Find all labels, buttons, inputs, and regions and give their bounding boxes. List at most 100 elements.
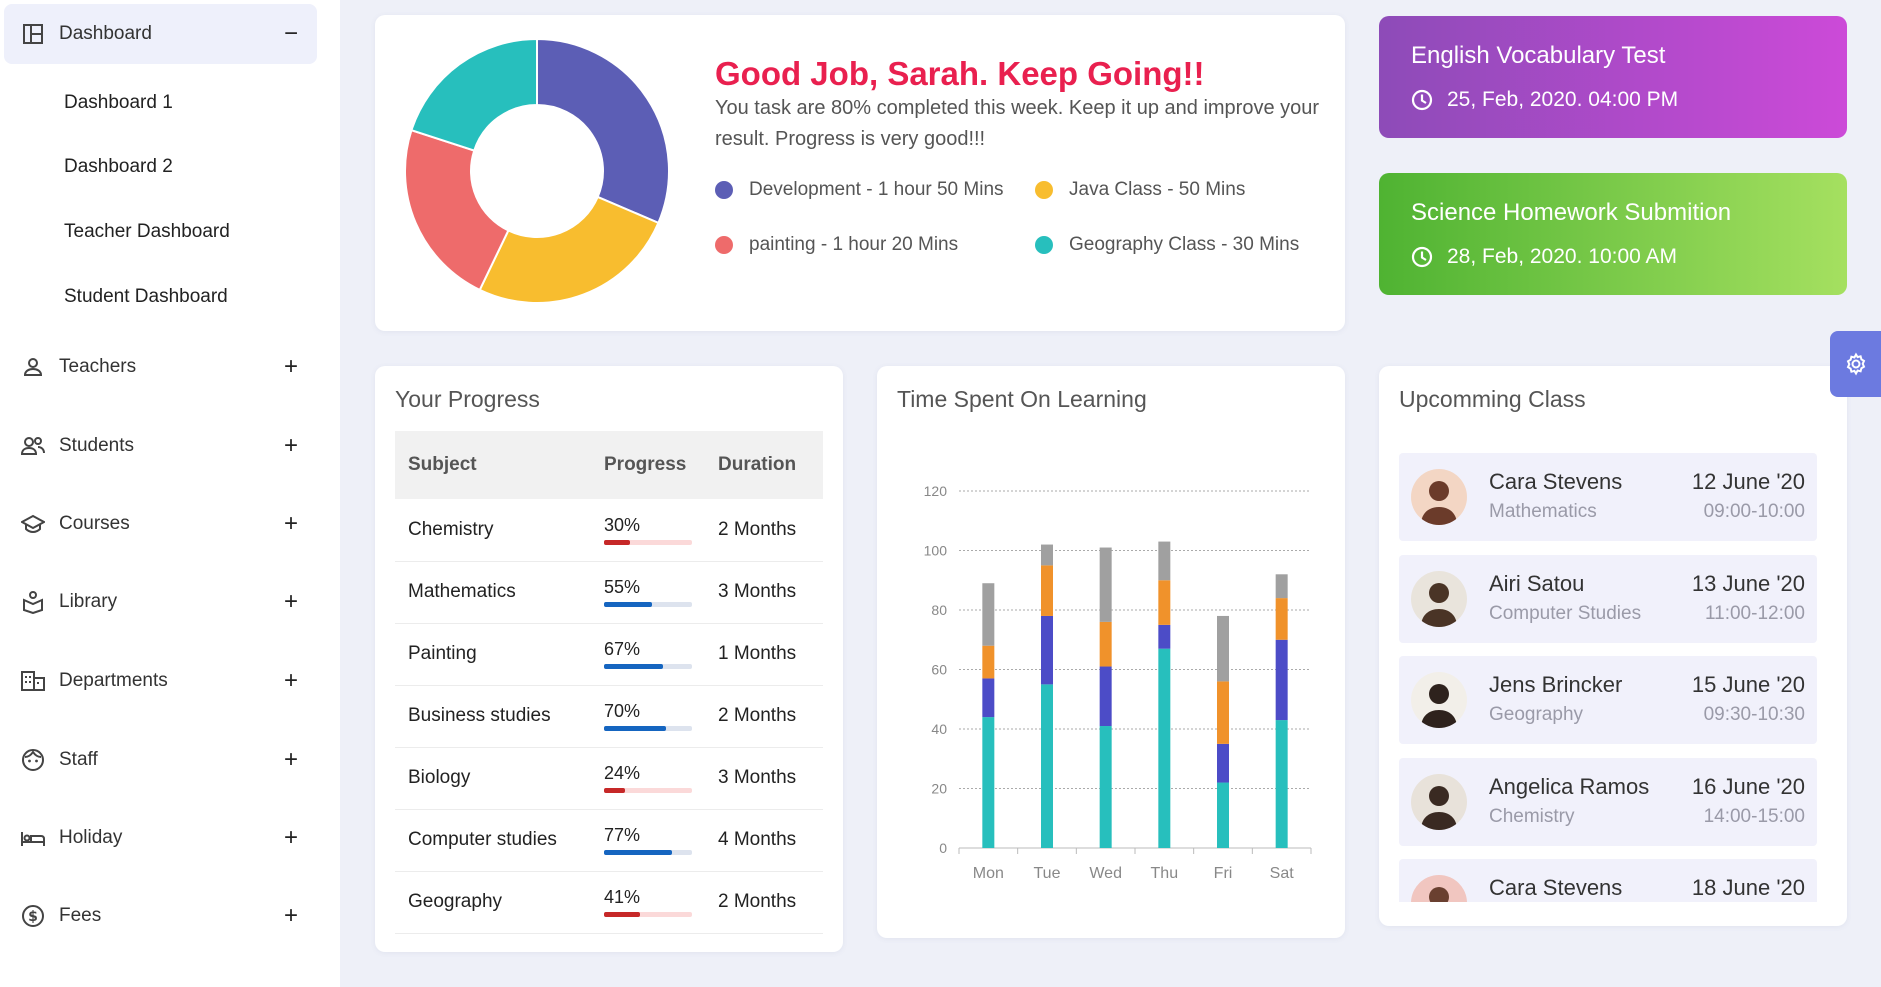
expand-icon[interactable]: +: [281, 355, 301, 379]
sidebar-subitem-teacher-dashboard[interactable]: Teacher Dashboard: [64, 221, 230, 243]
settings-button[interactable]: [1830, 331, 1881, 397]
sidebar-item-dashboard[interactable]: Dashboard −: [4, 4, 317, 64]
bar-segment: [982, 678, 995, 718]
expand-icon[interactable]: +: [281, 512, 301, 536]
sidebar-item-departments[interactable]: Departments +: [4, 656, 317, 706]
donut-slice[interactable]: [536, 39, 669, 225]
building-icon: [20, 668, 46, 694]
subject-cell: Painting: [395, 623, 591, 686]
donut-chart: [405, 39, 669, 304]
y-tick-label: 100: [924, 543, 948, 559]
avatar: [1411, 875, 1467, 902]
collapse-icon[interactable]: −: [281, 22, 301, 46]
expand-icon[interactable]: +: [281, 590, 301, 614]
progress-cell: 67%: [591, 623, 705, 686]
bar-segment: [1158, 541, 1171, 581]
progress-value: 67%: [604, 639, 641, 659]
y-tick-label: 80: [931, 602, 947, 618]
progress-table: Subject Progress Duration Chemistry 30% 2 …: [395, 431, 823, 934]
teacher-name: Airi Satou: [1489, 570, 1585, 596]
class-time: 09:30-10:30: [1703, 704, 1805, 725]
x-tick-label: Mon: [973, 865, 1004, 882]
column-header: Duration: [705, 431, 823, 499]
progress-cell: 24%: [591, 747, 705, 810]
bar-segment: [1275, 598, 1288, 640]
x-tick-label: Sat: [1270, 865, 1295, 882]
table-row: Computer studies 77% 4 Months: [395, 809, 823, 872]
progress-value: 41%: [604, 887, 641, 907]
class-subject: Computer Studies: [1489, 602, 1642, 624]
list-item[interactable]: Angelica Ramos Chemistry 16 June '20 14:00-…: [1399, 757, 1817, 846]
time-chart-card: Time Spent On Learning 0 20 40 60 80 100 120 Mo…: [877, 366, 1345, 938]
table-row: Biology 24% 3 Months: [395, 747, 823, 810]
expand-icon[interactable]: +: [281, 434, 301, 458]
legend-item: Development - 1 hour 50 Mins: [715, 179, 1004, 201]
progress-bar-fill: [604, 912, 641, 917]
sidebar-item-fees[interactable]: $ Fees +: [4, 891, 317, 941]
sidebar-item-holiday[interactable]: Holiday +: [4, 813, 317, 863]
book-icon: [20, 589, 46, 615]
dashboard-icon: [20, 21, 46, 47]
legend-dot: [715, 181, 733, 199]
avatar: [1411, 773, 1467, 830]
duration-cell: 2 Months: [705, 685, 823, 748]
class-subject: Mathematics: [1489, 501, 1597, 522]
bar-segment: [1217, 615, 1229, 682]
list-item[interactable]: Cara Stevens 18 June '20: [1399, 859, 1817, 902]
legend-label: painting - 1 hour 20 Mins: [749, 234, 959, 255]
progress-cell: 77%: [591, 809, 705, 872]
sidebar-item-students[interactable]: Students +: [4, 421, 317, 471]
bed-icon: [20, 825, 46, 851]
subject-cell: Computer studies: [395, 809, 591, 872]
legend-item: painting - 1 hour 20 Mins: [715, 234, 958, 256]
table-header-row: Subject Progress Duration: [395, 431, 823, 499]
donut-slice[interactable]: [410, 39, 538, 152]
progress-bar-fill: [604, 602, 653, 607]
gear-icon: [1846, 352, 1865, 376]
bar-segment: [1158, 648, 1171, 848]
sidebar-item-label: Departments: [59, 670, 168, 691]
y-tick-label: 0: [939, 840, 947, 856]
legend-label: Java Class - 50 Mins: [1069, 179, 1246, 200]
sidebar-subitem-dashboard-1[interactable]: Dashboard 1: [64, 92, 173, 114]
event-card[interactable]: English Vocabulary Test 25, Feb, 2020. 0…: [1379, 16, 1847, 138]
event-date: 28, Feb, 2020. 10:00 AM: [1411, 245, 1677, 269]
sidebar-item-staff[interactable]: Staff +: [4, 735, 317, 785]
list-item[interactable]: Cara Stevens Mathematics 12 June '20 09:00-…: [1399, 453, 1817, 541]
bar-segment: [1275, 639, 1288, 721]
list-item[interactable]: Airi Satou Computer Studies 13 June '20 11:…: [1399, 554, 1817, 643]
x-tick-label: Thu: [1151, 865, 1179, 882]
progress-cell: 41%: [591, 871, 705, 934]
column-header: Subject: [395, 431, 591, 499]
sidebar-item-teachers[interactable]: Teachers +: [4, 342, 317, 392]
duration-cell: 4 Months: [705, 809, 823, 872]
y-tick-label: 60: [931, 662, 947, 678]
bar-segment: [1041, 565, 1053, 616]
progress-cell: 70%: [591, 685, 705, 748]
progress-bar-fill: [604, 664, 663, 669]
list-item[interactable]: Jens Brincker Geography 15 June '20 09:30-1…: [1399, 656, 1817, 744]
bar-segment: [1041, 615, 1053, 685]
event-card[interactable]: Science Homework Submition 28, Feb, 2020…: [1379, 173, 1847, 295]
progress-cell: 55%: [591, 561, 705, 624]
sidebar-item-courses[interactable]: Courses +: [4, 499, 317, 549]
class-date: 15 June '20: [1691, 672, 1805, 697]
progress-cell: 30%: [591, 499, 705, 562]
column-header: Progress: [591, 431, 705, 499]
sidebar-subitem-dashboard-2[interactable]: Dashboard 2: [64, 156, 173, 178]
y-tick-label: 120: [924, 483, 948, 499]
progress-bar-fill: [604, 726, 666, 731]
clock-icon: [1411, 246, 1433, 268]
table-row: Painting 67% 1 Months: [395, 623, 823, 686]
upcoming-class-card: Upcomming Class Cara Stevens Mathematics 1…: [1379, 366, 1847, 926]
donut-slice[interactable]: [478, 195, 660, 304]
sidebar-subitem-student-dashboard[interactable]: Student Dashboard: [64, 286, 228, 308]
expand-icon[interactable]: +: [281, 748, 301, 772]
face-icon: [20, 747, 46, 773]
expand-icon[interactable]: +: [281, 904, 301, 928]
sidebar-item-library[interactable]: Library +: [4, 577, 317, 627]
class-date: 16 June '20: [1691, 773, 1805, 799]
x-tick-label: Fri: [1214, 865, 1233, 882]
expand-icon[interactable]: +: [281, 826, 301, 850]
expand-icon[interactable]: +: [281, 669, 301, 693]
